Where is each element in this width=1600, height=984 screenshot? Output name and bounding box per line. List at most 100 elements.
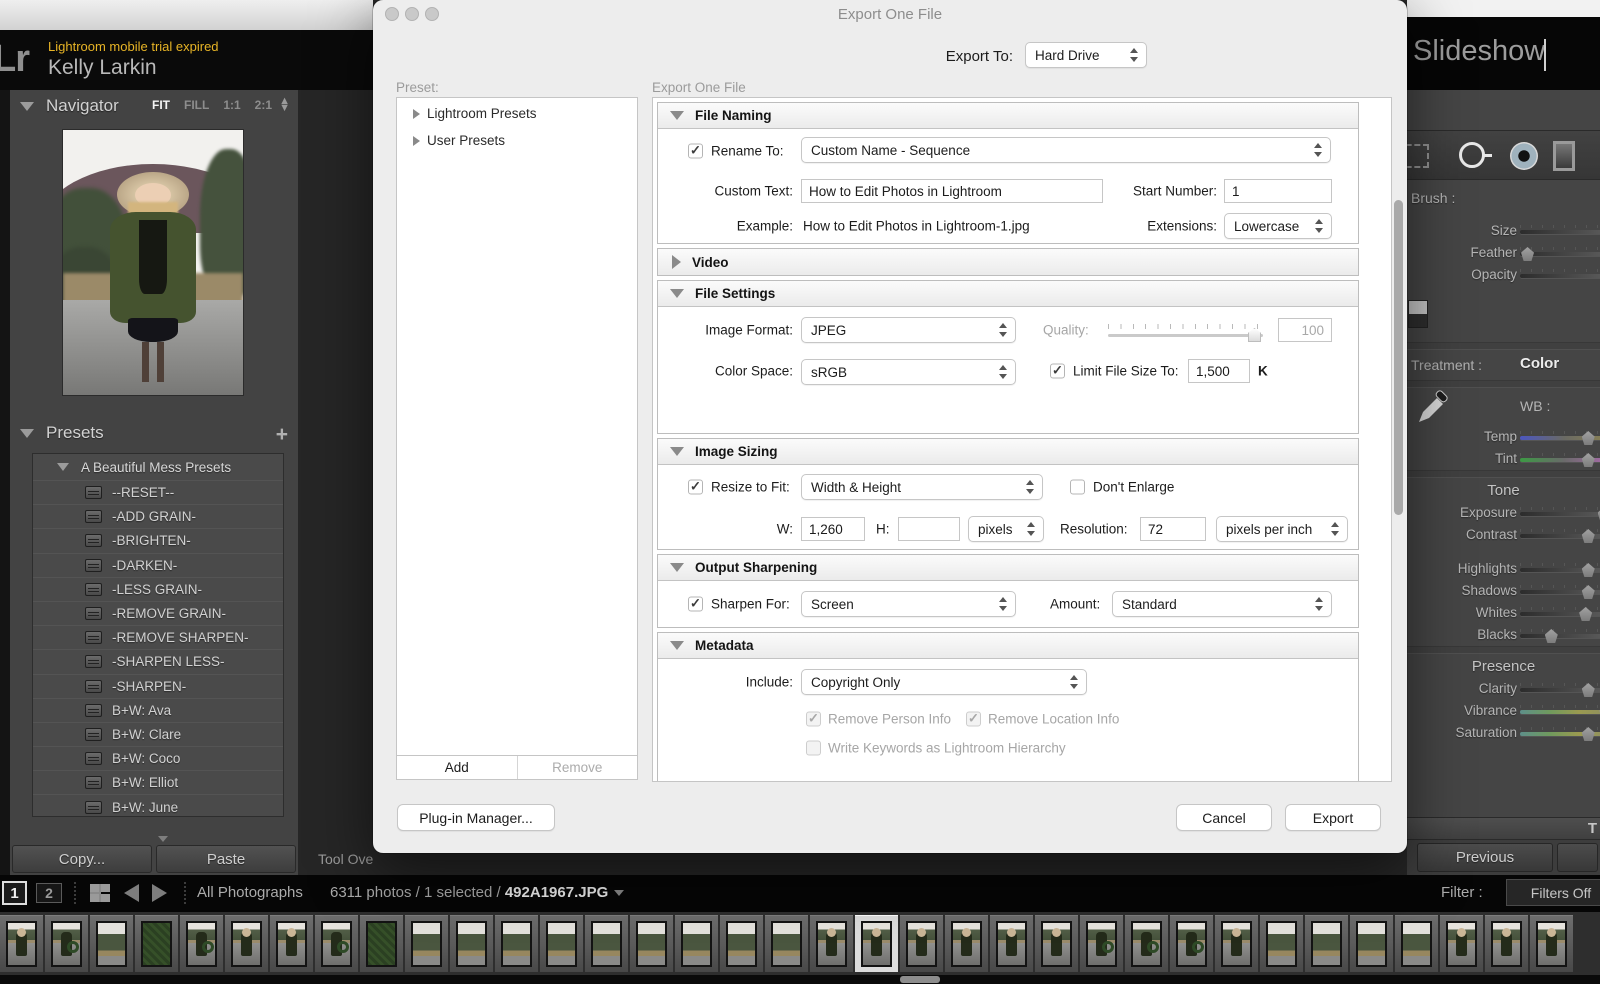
red-eye-icon[interactable] [1510, 142, 1538, 170]
cancel-button[interactable]: Cancel [1176, 804, 1272, 831]
filmstrip-thumbnail[interactable] [900, 915, 943, 972]
filmstrip-thumbnail[interactable] [1305, 915, 1348, 972]
slider-thumb-icon[interactable] [1581, 563, 1595, 577]
extensions-select[interactable]: Lowercase [1224, 213, 1332, 239]
limit-file-size-input[interactable] [1188, 359, 1250, 383]
preset-item[interactable]: B+W: Elliot [33, 770, 283, 794]
filmstrip-thumbnail[interactable] [1260, 915, 1303, 972]
spot-removal-icon[interactable] [1459, 142, 1492, 168]
filmstrip-thumbnail[interactable] [225, 915, 268, 972]
graduated-filter-icon[interactable] [1553, 141, 1575, 171]
filmstrip-thumbnail[interactable] [1440, 915, 1483, 972]
sharpen-for-checkbox[interactable] [688, 596, 703, 612]
height-input[interactable] [898, 517, 960, 541]
preset-item[interactable]: -LESS GRAIN- [33, 576, 283, 601]
add-preset-icon[interactable]: + [276, 423, 288, 447]
preset-group[interactable]: A Beautiful Mess Presets [33, 454, 283, 480]
filmstrip-thumbnail[interactable] [990, 915, 1033, 972]
filmstrip-thumbnail[interactable] [1530, 915, 1573, 972]
section-triangle-icon[interactable] [670, 641, 684, 650]
slider-thumb-icon[interactable] [1521, 247, 1535, 261]
zoom-stepper-icon[interactable]: ▲ ▼ [279, 96, 290, 114]
preset-item[interactable]: -SHARPEN- [33, 673, 283, 698]
contrast-slider[interactable]: Contrast [1407, 524, 1600, 546]
filmstrip-thumbnail[interactable] [180, 915, 223, 972]
slider-thumb-icon[interactable] [1248, 328, 1261, 342]
slider-thumb-icon[interactable] [1581, 453, 1595, 467]
tint-slider[interactable]: Tint [1407, 448, 1600, 470]
navigator-header[interactable]: Navigator FIT FILL 1:1 2:1 ▲ ▼ [10, 90, 298, 122]
resize-mode-select[interactable]: Width & Height [801, 474, 1043, 500]
rename-to-checkbox[interactable] [688, 143, 703, 159]
slider-thumb-icon[interactable] [1581, 727, 1595, 741]
export-to-select[interactable]: Hard Drive [1025, 42, 1147, 68]
preset-item[interactable]: -BRIGHTEN- [33, 528, 283, 552]
zoom-mode-1-1[interactable]: 1:1 [223, 98, 240, 112]
blacks-slider[interactable]: Blacks [1407, 624, 1600, 646]
zoom-mode-fit[interactable]: FIT [152, 98, 170, 112]
panel-resize-handle[interactable] [158, 836, 168, 842]
preset-item[interactable]: B+W: Ava [33, 697, 283, 722]
next-photo-arrow-icon[interactable] [152, 884, 167, 902]
preset-item[interactable]: -ADD GRAIN- [33, 504, 283, 528]
module-slideshow[interactable]: Slideshow [1413, 35, 1545, 68]
filmstrip-thumbnail[interactable] [585, 915, 628, 972]
width-input[interactable] [801, 517, 865, 541]
plugin-manager-button[interactable]: Plug-in Manager... [397, 804, 555, 831]
dont-enlarge-checkbox[interactable] [1070, 479, 1085, 495]
slider-thumb-icon[interactable] [1581, 529, 1595, 543]
filmstrip-thumbnail[interactable] [675, 915, 718, 972]
expand-triangle-icon[interactable] [413, 108, 420, 119]
size-unit-select[interactable]: pixels [968, 516, 1044, 542]
slider-thumb-icon[interactable] [1544, 629, 1558, 643]
filename-caret-icon[interactable] [614, 890, 625, 897]
left-panel-edge[interactable] [0, 90, 10, 875]
amount-select[interactable]: Standard [1112, 591, 1332, 617]
filmstrip-thumbnail[interactable] [1395, 915, 1438, 972]
sharpen-for-select[interactable]: Screen [801, 591, 1016, 617]
filmstrip-thumbnail-selected[interactable] [855, 915, 898, 972]
start-number-input[interactable] [1224, 179, 1332, 203]
preset-item[interactable]: -DARKEN- [33, 552, 283, 577]
filmstrip-thumbnail[interactable] [315, 915, 358, 972]
paste-button[interactable]: Paste [156, 845, 296, 873]
video-header[interactable]: Video [658, 249, 1358, 275]
slider-thumb-icon[interactable] [1581, 431, 1595, 445]
filter-preset-select[interactable]: Filters Off [1506, 879, 1600, 906]
filmstrip-thumbnail[interactable] [360, 915, 403, 972]
reset-button-partial[interactable] [1557, 843, 1598, 872]
previous-button[interactable]: Previous [1417, 843, 1553, 872]
remove-person-info-checkbox[interactable] [806, 711, 821, 727]
size-slider[interactable]: Size [1407, 220, 1600, 242]
whites-slider[interactable]: Whites [1407, 602, 1600, 624]
export-button[interactable]: Export [1285, 804, 1381, 831]
copy-button[interactable]: Copy... [12, 845, 152, 873]
collapse-triangle-icon[interactable] [20, 428, 34, 438]
slider-thumb-icon[interactable] [1579, 607, 1593, 621]
color-space-select[interactable]: sRGB [801, 359, 1016, 385]
rename-template-select[interactable]: Custom Name - Sequence [801, 137, 1331, 163]
filmstrip-thumbnail[interactable] [1350, 915, 1393, 972]
zoom-mode-2-1[interactable]: 2:1 [255, 98, 272, 112]
group-triangle-icon[interactable] [57, 463, 69, 471]
zoom-mode-fill[interactable]: FILL [184, 98, 209, 112]
filmstrip-thumbnail[interactable] [540, 915, 583, 972]
next-panel-header[interactable]: T [1407, 817, 1600, 839]
saturation-slider[interactable]: Saturation [1407, 722, 1600, 744]
resolution-unit-select[interactable]: pixels per inch [1216, 516, 1348, 542]
remove-location-info-checkbox[interactable] [966, 711, 981, 727]
highlights-slider[interactable]: Highlights [1407, 558, 1600, 580]
main-window-button[interactable]: 1 [2, 881, 27, 905]
previous-photo-arrow-icon[interactable] [124, 884, 139, 902]
add-preset-button[interactable]: Add [397, 756, 517, 779]
section-triangle-icon[interactable] [672, 255, 681, 269]
resolution-input[interactable] [1140, 517, 1206, 541]
grid-view-icon[interactable] [90, 884, 110, 902]
exposure-slider[interactable]: Exposure [1407, 502, 1600, 524]
remove-preset-button[interactable]: Remove [516, 756, 638, 779]
filmstrip-thumbnail[interactable] [1215, 915, 1258, 972]
clarity-slider[interactable]: Clarity [1407, 678, 1600, 700]
filmstrip-thumbnail[interactable] [1080, 915, 1123, 972]
section-triangle-icon[interactable] [670, 563, 684, 572]
filmstrip-thumbnail[interactable] [90, 915, 133, 972]
